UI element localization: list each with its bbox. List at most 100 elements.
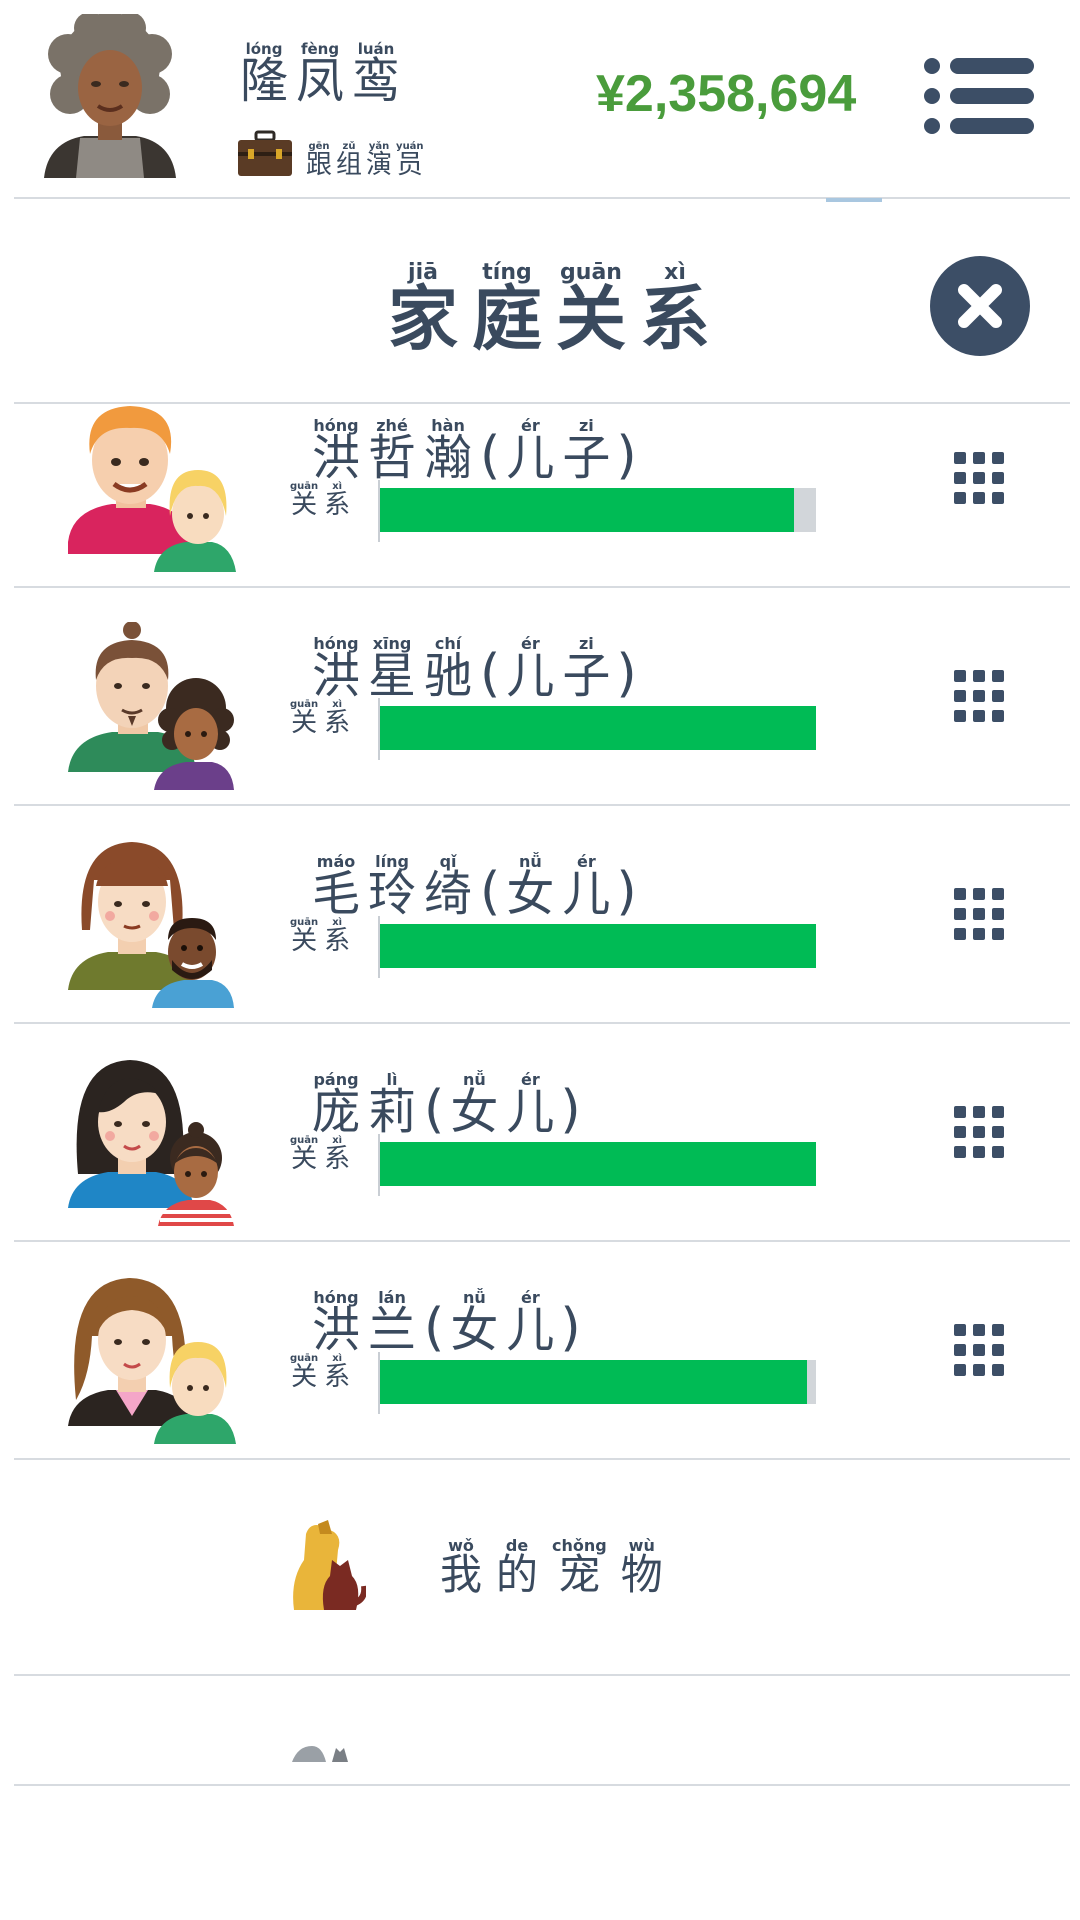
- label-char: wǒ 我: [440, 1536, 483, 1599]
- relation-char: nǚ 女: [450, 1288, 499, 1358]
- close-paren: ): [560, 1080, 581, 1140]
- open-paren: (: [424, 1080, 445, 1140]
- title-char: tíng 庭: [472, 260, 542, 360]
- relationship-bar: [380, 706, 816, 750]
- label-char: guān 关: [290, 917, 319, 956]
- relationship-bar-fill: [380, 1360, 808, 1404]
- name-char: hóng 洪: [312, 416, 361, 486]
- relationship-bar: [380, 924, 816, 968]
- open-paren: (: [424, 1298, 445, 1358]
- title-char: guān 关: [556, 260, 626, 360]
- close-paren: ): [616, 426, 637, 486]
- player-avatar[interactable]: [40, 14, 180, 178]
- grid-menu-icon[interactable]: [954, 452, 1004, 504]
- title-char: jiā 家: [388, 260, 458, 360]
- close-icon[interactable]: [928, 254, 1032, 358]
- close-paren: ): [616, 644, 637, 704]
- relationship-bar-fill: [380, 1142, 816, 1186]
- relation-char: nǚ 女: [450, 1070, 499, 1140]
- list-menu-icon[interactable]: [924, 56, 1034, 136]
- grid-menu-icon[interactable]: [954, 888, 1004, 940]
- relationship-label: guān 关 xì 系: [290, 917, 351, 956]
- label-char: chǒng 宠: [552, 1536, 607, 1599]
- family-portrait: [68, 1278, 236, 1444]
- relationship-label: guān 关 xì 系: [290, 699, 351, 738]
- name-char: qǐ 绮: [424, 852, 473, 922]
- open-paren: (: [480, 426, 501, 486]
- name-char: líng 玲: [368, 852, 417, 922]
- relationship-bar: [380, 1360, 816, 1404]
- grid-menu-icon[interactable]: [954, 670, 1004, 722]
- label-char: xì 系: [324, 699, 351, 738]
- relation-char: ér 儿: [562, 852, 611, 922]
- relationship-bar-fill: [380, 706, 816, 750]
- name-char: xīng 星: [368, 634, 417, 704]
- job-char: yǎn 演: [366, 141, 393, 180]
- family-portrait: [68, 406, 236, 572]
- close-paren: ): [560, 1298, 581, 1358]
- grid-menu-icon[interactable]: [954, 1324, 1004, 1376]
- relationship-bar: [380, 488, 816, 532]
- name-char: zhé 哲: [368, 416, 417, 486]
- label-char: xì 系: [324, 1135, 351, 1174]
- relation-char: ér 儿: [506, 1070, 555, 1140]
- member-name: hóng 洪 zhé 哲 hàn 瀚 ( ér 儿 zi 子 ): [312, 416, 637, 486]
- label-char: guān 关: [290, 1135, 319, 1174]
- row-divider: [14, 586, 1070, 588]
- close-paren: ): [616, 862, 637, 922]
- relation-char: ér 儿: [506, 1288, 555, 1358]
- grid-menu-icon[interactable]: [954, 1106, 1004, 1158]
- row-divider: [14, 804, 1070, 806]
- label-char: xì 系: [324, 1353, 351, 1392]
- name-char: páng 庞: [312, 1070, 361, 1140]
- header: lóng 隆 fèng 凤 luán 鸾 gēn 跟 zǔ 组 yǎn 演 yuán 员 ¥2…: [0, 0, 1080, 198]
- player-name: lóng 隆 fèng 凤 luán 鸾: [240, 40, 401, 109]
- name-char: hóng 洪: [312, 634, 361, 704]
- relationship-label: guān 关 xì 系: [290, 1353, 351, 1392]
- relationship-label: guān 关 xì 系: [290, 1135, 351, 1174]
- my-pets-button[interactable]: wǒ 我 de 的 chǒng 宠 wù 物: [14, 1458, 1070, 1674]
- member-name: máo 毛 líng 玲 qǐ 绮 ( nǚ 女 ér 儿 ): [312, 852, 637, 922]
- job-char: gēn 跟: [306, 141, 333, 180]
- label-char: wù 物: [620, 1536, 663, 1599]
- row-divider: [14, 1022, 1070, 1024]
- relation-char: ér 儿: [506, 634, 555, 704]
- label-char: guān 关: [290, 1353, 319, 1392]
- job-char: yuán 员: [396, 141, 424, 180]
- relationship-bar: [380, 1142, 816, 1186]
- member-name: páng 庞 lì 莉 ( nǚ 女 ér 儿 ): [312, 1070, 581, 1140]
- my-pets-label: wǒ 我 de 的 chǒng 宠 wù 物: [440, 1538, 663, 1596]
- money-balance: ¥2,358,694: [596, 65, 857, 123]
- family-portrait: [68, 1060, 234, 1226]
- row-divider: [14, 1240, 1070, 1242]
- relationship-bar-fill: [380, 924, 816, 968]
- header-divider: [14, 197, 1070, 199]
- label-char: xì 系: [324, 917, 351, 956]
- name-char: luán 鸾: [352, 40, 401, 109]
- member-name: hóng 洪 xīng 星 chí 驰 ( ér 儿 zi 子 ): [312, 634, 637, 704]
- title-row: jiā 家 tíng 庭 guān 关 xì 系: [0, 200, 1080, 402]
- family-portrait: [68, 622, 234, 790]
- label-char: guān 关: [290, 699, 319, 738]
- name-char: lì 莉: [368, 1070, 417, 1140]
- family-portrait: [68, 842, 234, 1008]
- name-char: lóng 隆: [240, 40, 289, 109]
- bottom-divider: [14, 1784, 1070, 1786]
- row-divider: [14, 1674, 1070, 1676]
- name-char: lán 兰: [368, 1288, 417, 1358]
- label-char: guān 关: [290, 481, 319, 520]
- job-row: gēn 跟 zǔ 组 yǎn 演 yuán 员: [236, 130, 424, 178]
- job-char: zǔ 组: [336, 141, 363, 180]
- briefcase-icon: [238, 130, 292, 176]
- open-paren: (: [480, 862, 501, 922]
- relation-char: nǚ 女: [506, 852, 555, 922]
- relationship-label: guān 关 xì 系: [290, 481, 351, 520]
- page-title: jiā 家 tíng 庭 guān 关 xì 系: [388, 260, 710, 360]
- member-name: hóng 洪 lán 兰 ( nǚ 女 ér 儿 ): [312, 1288, 581, 1358]
- relation-char: zi 子: [562, 634, 611, 704]
- dog-cat-icon: [293, 1520, 366, 1610]
- label-char: xì 系: [324, 481, 351, 520]
- relation-char: ér 儿: [506, 416, 555, 486]
- partial-row-icon: [292, 1746, 348, 1762]
- name-char: fèng 凤: [296, 40, 345, 109]
